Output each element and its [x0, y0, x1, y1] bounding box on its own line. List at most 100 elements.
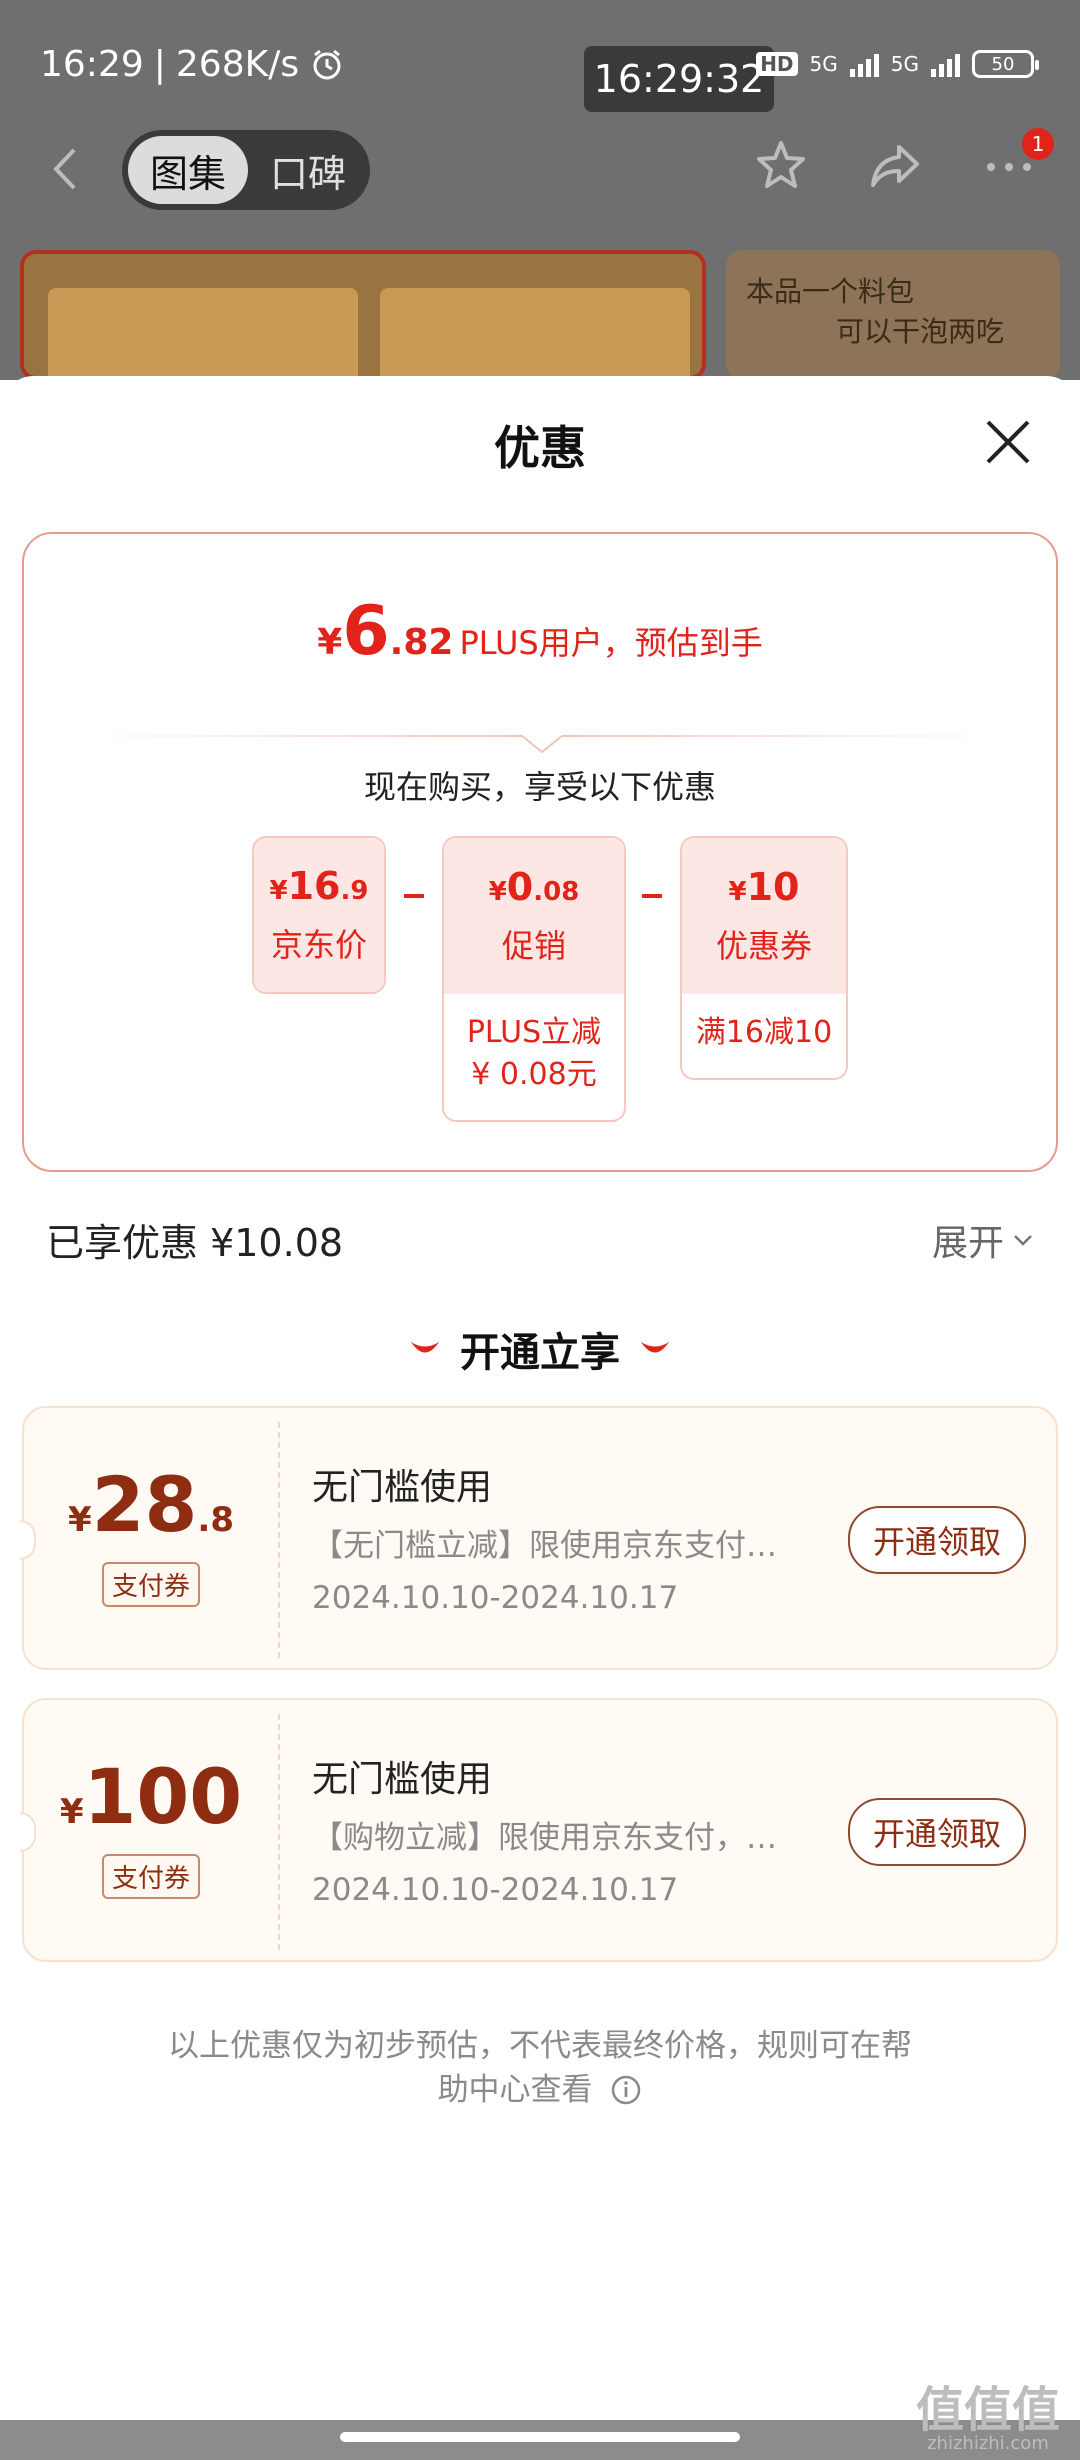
open-section-title: 开通立享: [0, 1320, 1080, 1378]
disclaimer: 以上优惠仅为初步预估，不代表最终价格，规则可在帮 助中心查看: [130, 2024, 950, 2112]
view-switch: 图集 口碑: [122, 130, 370, 210]
status-left: 16:29 | 268K/s: [40, 44, 345, 85]
chevron-left-icon: [53, 148, 76, 190]
battery-icon: 50: [972, 50, 1039, 78]
top-nav: 图集 口碑 1: [0, 120, 1080, 220]
jd-price-label: 京东价: [270, 926, 367, 964]
tab-gallery[interactable]: 图集: [128, 136, 248, 204]
estimate-note: PLUS用户，预估到手: [459, 624, 763, 662]
minus-sign-2: [642, 894, 662, 898]
promotion-label: 促销: [501, 927, 566, 965]
network-2-label: 5G: [890, 52, 919, 76]
promotion-detail-line2: ¥ 0.08元: [471, 1057, 597, 1092]
estimate-currency: ¥: [317, 622, 343, 663]
product-image-secondary[interactable]: 本品一个料包 可以干泡两吃: [726, 250, 1060, 380]
watermark-main: 值值值: [915, 2382, 1060, 2438]
coupon-box-label: 优惠券: [715, 927, 812, 965]
alarm-icon: [313, 49, 341, 79]
background-page: 16:29 | 268K/s 16:29:32 HD 5G 5G 50 图集 口…: [0, 0, 1080, 380]
divider-with-arrow: [64, 724, 1020, 754]
info-icon[interactable]: [610, 2074, 642, 2106]
coupon-separator: [278, 1422, 280, 1658]
promotion-amount: ¥0.08: [488, 865, 580, 909]
coupon-card: ¥100 支付券 无门槛使用 【购物立减】限使用京东支付，… 2024.10.1…: [20, 1698, 1058, 1962]
star-icon: [757, 141, 805, 188]
product-pack-right: [380, 288, 690, 376]
minus-sign-1: [404, 894, 424, 898]
buy-now-text: 现在购买，享受以下优惠: [363, 768, 716, 806]
clock-overlay: 16:29:32: [584, 46, 774, 112]
coupon-name: 无门槛使用: [312, 1759, 493, 1800]
coupon-validity: 2024.10.10-2024.10.17: [312, 1580, 679, 1616]
product-image-main[interactable]: [20, 250, 706, 380]
claim-button[interactable]: 开通领取: [848, 1506, 1026, 1574]
open-section-label: 开通立享: [460, 1330, 620, 1376]
tab-reviews[interactable]: 口碑: [248, 136, 368, 204]
jd-price-top: ¥16.9 京东价: [254, 838, 384, 992]
hd-icon: HD: [756, 52, 798, 76]
promotion-box: ¥0.08 促销 PLUS立减 ¥ 0.08元: [442, 836, 626, 1122]
smile-right-icon: [641, 1342, 669, 1353]
watermark: 值值值 zhizhizhi.com: [916, 2386, 1060, 2454]
close-button[interactable]: [982, 416, 1034, 468]
network-1-label: 5G: [809, 52, 838, 76]
nav-actions: 1: [750, 128, 1054, 196]
battery-level: 50: [991, 53, 1015, 75]
coupon-description: 【无门槛立减】限使用京东支付…: [312, 1528, 777, 1564]
status-separator: |: [153, 44, 166, 85]
status-right: HD 5G 5G 50: [756, 50, 1039, 78]
notification-badge: 1: [1022, 128, 1054, 160]
status-speed: 268K/s: [175, 44, 300, 85]
coupon-box-amount: ¥10: [728, 865, 800, 909]
coupon-type-tag: 支付券: [101, 1854, 201, 1899]
coupon-description: 【购物立减】限使用京东支付，…: [312, 1820, 777, 1856]
close-icon: [986, 420, 1030, 464]
coupon-type-tag: 支付券: [101, 1562, 201, 1607]
estimated-price: ¥6.82 PLUS用户，预估到手: [24, 592, 1056, 671]
jd-price-box: ¥16.9 京东价: [252, 836, 386, 994]
divider-arrow-icon: [64, 735, 1020, 754]
coupon-separator: [278, 1714, 280, 1950]
disclaimer-line1: 以上优惠仅为初步预估，不代表最终价格，规则可在帮: [168, 2028, 912, 2064]
coupon-box-top: ¥10 优惠券: [682, 838, 846, 994]
coupon-box-detail: 满16减10: [695, 1015, 833, 1050]
product-gallery: 本品一个料包 可以干泡两吃: [20, 250, 1060, 380]
chevron-down-icon: [1014, 1235, 1032, 1246]
coupon-box: ¥10 优惠券 满16减10: [680, 836, 848, 1080]
estimate-decimal: .82: [389, 622, 454, 663]
promotion-detail: PLUS立减 ¥ 0.08元: [444, 994, 624, 1096]
share-button[interactable]: [864, 134, 926, 196]
signal-2-icon: [931, 51, 960, 77]
photo-caption-line1: 本品一个料包: [746, 275, 915, 308]
smile-left-icon: [411, 1342, 439, 1353]
watermark-sub: zhizhizhi.com: [927, 2433, 1049, 2454]
estimate-integer: 6: [342, 592, 390, 671]
promotion-top: ¥0.08 促销: [444, 838, 624, 994]
claim-button[interactable]: 开通领取: [848, 1798, 1026, 1866]
home-indicator[interactable]: [340, 2432, 740, 2442]
status-time: 16:29: [40, 44, 144, 85]
disclaimer-line2: 助中心查看: [437, 2072, 593, 2108]
sheet-title: 优惠: [494, 421, 586, 475]
favorite-button[interactable]: [750, 134, 812, 196]
price-breakdown-card: ¥6.82PLUS用户，预估到手 现在购买，享受以下优惠 ¥16.9 京东价: [22, 532, 1058, 1172]
discount-sheet: 优惠 ¥6.82 PLUS用户，预估到手 现在购买，享受以下优惠 ¥16.9 京…: [0, 376, 1080, 2460]
expand-button[interactable]: 展开: [932, 1214, 1034, 1266]
back-button[interactable]: [46, 144, 86, 194]
coupon-amount: ¥28.8: [67, 1460, 234, 1549]
status-bar: 16:29 | 268K/s 16:29:32 HD 5G 5G 50: [0, 0, 1080, 120]
coupon-name: 无门槛使用: [312, 1467, 493, 1508]
promotion-detail-line1: PLUS立减: [466, 1015, 602, 1050]
signal-1-icon: [849, 51, 879, 77]
photo-caption-line2: 可以干泡两吃: [836, 315, 1005, 348]
jd-price-amount: ¥16.9: [269, 864, 369, 908]
saved-amount: 已享优惠 ¥10.08: [46, 1221, 344, 1265]
product-pack-left: [48, 288, 358, 376]
disclaimer-line2-wrap: 助中心查看: [130, 2068, 950, 2112]
more-button[interactable]: 1: [978, 128, 1054, 196]
coupon-amount: ¥100: [59, 1752, 243, 1841]
share-icon: [871, 145, 919, 187]
coupon-card: ¥28.8 支付券 无门槛使用 【无门槛立减】限使用京东支付… 2024.10.…: [20, 1406, 1058, 1670]
expand-label: 展开: [931, 1223, 1004, 1264]
coupon-validity: 2024.10.10-2024.10.17: [312, 1872, 679, 1908]
